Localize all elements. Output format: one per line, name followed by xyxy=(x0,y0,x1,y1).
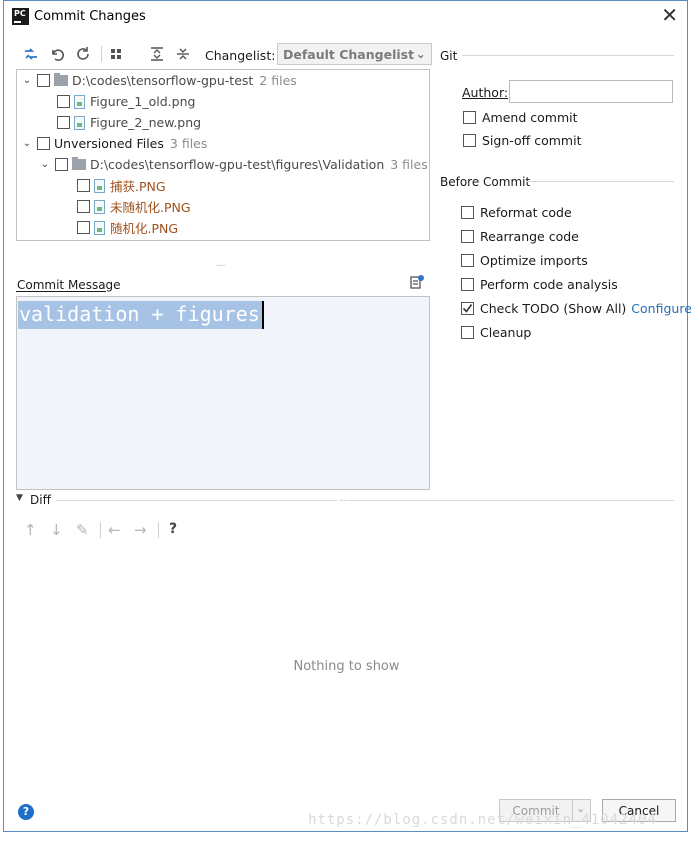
tree-row-unversioned[interactable]: ⌄ Unversioned Files 3 files xyxy=(21,133,208,154)
collapse-triangle-icon[interactable]: ▼ xyxy=(16,493,23,503)
image-file-icon xyxy=(94,199,105,214)
tree-row-folder[interactable]: ⌄ D:\codes\tensorflow-gpu-test\figures\V… xyxy=(39,154,428,175)
splitter-grip[interactable]: ..... xyxy=(216,259,226,269)
toolbar-separator xyxy=(101,46,102,62)
tree-row-label: 随机化.PNG xyxy=(110,221,179,236)
tree-row-label: D:\codes\tensorflow-gpu-test xyxy=(72,73,254,88)
reformat-code-checkbox[interactable]: Reformat code xyxy=(461,205,572,220)
title-bar[interactable]: PC Commit Changes ✕ xyxy=(4,1,687,33)
changelist-select[interactable]: Default Changelist ⌄ xyxy=(277,43,432,65)
author-label: Author: xyxy=(462,85,509,100)
chevron-down-icon[interactable]: ⌄ xyxy=(21,138,33,149)
file-count: 3 files xyxy=(390,157,428,172)
tree-row-file[interactable]: Figure_1_old.png xyxy=(57,91,195,112)
toolbar-separator xyxy=(100,522,101,538)
before-commit-divider xyxy=(526,181,674,182)
folder-icon xyxy=(54,73,68,86)
tree-checkbox[interactable] xyxy=(37,137,50,150)
group-by-icon[interactable] xyxy=(108,45,126,63)
diff-divider xyxy=(56,500,674,501)
previous-difference-icon[interactable]: ↑ xyxy=(24,521,37,539)
next-difference-icon[interactable]: ↓ xyxy=(50,521,63,539)
before-commit-section-title: Before Commit xyxy=(440,175,531,189)
tree-row-file[interactable]: Figure_2_new.png xyxy=(57,112,201,133)
tree-row-file[interactable]: 未随机化.PNG xyxy=(77,196,191,217)
collapse-all-icon[interactable] xyxy=(174,45,192,63)
rollback-icon[interactable] xyxy=(48,45,66,63)
commit-message-label: Commit Message xyxy=(17,278,121,292)
author-input[interactable] xyxy=(509,80,673,103)
rearrange-code-checkbox[interactable]: Rearrange code xyxy=(461,229,579,244)
splitter-grip[interactable]: ..... xyxy=(337,494,351,504)
tree-row-label: 捕获.PNG xyxy=(110,179,166,194)
previous-file-icon[interactable]: ← xyxy=(108,521,121,539)
diff-title: Diff xyxy=(30,493,51,507)
image-file-icon xyxy=(94,220,105,235)
image-file-icon xyxy=(74,115,85,130)
cleanup-checkbox[interactable]: Cleanup xyxy=(461,325,531,340)
watermark-text: https://blog.csdn.net/weixin_41042404 xyxy=(308,812,657,828)
changes-tree: ⌄ D:\codes\tensorflow-gpu-test 2 files F… xyxy=(16,69,430,241)
changelist-label: Changelist: xyxy=(205,48,276,63)
help-question-icon[interactable]: ? xyxy=(169,521,177,537)
commit-changes-dialog: PC Commit Changes ✕ Changelist: Default … xyxy=(3,0,691,832)
tree-checkbox[interactable] xyxy=(77,179,90,192)
amend-commit-checkbox[interactable]: Amend commit xyxy=(463,110,578,125)
toolbar-separator xyxy=(158,522,159,538)
folder-icon xyxy=(72,157,86,170)
commit-message-text: validation + figures xyxy=(18,301,264,329)
next-file-icon[interactable]: → xyxy=(134,521,147,539)
git-section-title: Git xyxy=(440,49,458,63)
tree-row-file[interactable]: 随机化.PNG xyxy=(77,217,178,238)
changelist-value: Default Changelist xyxy=(283,47,415,62)
tree-checkbox[interactable] xyxy=(57,95,70,108)
pycharm-app-icon: PC xyxy=(12,8,29,25)
git-section-divider xyxy=(462,55,674,56)
chevron-down-icon[interactable]: ⌄ xyxy=(21,75,33,86)
tree-row-label: Figure_2_new.png xyxy=(90,115,202,130)
help-icon[interactable]: ? xyxy=(18,804,34,820)
edit-source-icon[interactable]: ✎ xyxy=(76,521,89,539)
close-icon[interactable]: ✕ xyxy=(661,5,678,25)
check-todo-checkbox[interactable]: Check TODO (Show All) Configure xyxy=(461,301,691,316)
tree-row-label: Unversioned Files xyxy=(54,136,164,151)
refresh-icon[interactable] xyxy=(74,45,92,63)
image-file-icon xyxy=(74,94,85,109)
chevron-down-icon: ⌄ xyxy=(415,46,426,61)
signoff-commit-checkbox[interactable]: Sign-off commit xyxy=(463,133,582,148)
diff-section-header[interactable]: ▼ Diff ..... xyxy=(16,493,674,509)
commit-message-label-underline xyxy=(16,291,106,292)
tree-checkbox[interactable] xyxy=(55,158,68,171)
tree-checkbox[interactable] xyxy=(77,200,90,213)
diff-empty-text: Nothing to show xyxy=(293,659,400,674)
tree-row-folder[interactable]: ⌄ D:\codes\tensorflow-gpu-test 2 files xyxy=(21,70,297,91)
optimize-imports-checkbox[interactable]: Optimize imports xyxy=(461,253,588,268)
commit-message-input[interactable]: validation + figures xyxy=(16,296,430,490)
checkmark-icon[interactable] xyxy=(461,302,474,315)
image-file-icon xyxy=(94,178,105,193)
commit-history-icon[interactable] xyxy=(409,274,425,290)
tree-checkbox[interactable] xyxy=(37,74,50,87)
tree-checkbox[interactable] xyxy=(57,116,70,129)
expand-all-icon[interactable] xyxy=(148,45,166,63)
perform-code-analysis-checkbox[interactable]: Perform code analysis xyxy=(461,277,618,292)
tree-row-label: 未随机化.PNG xyxy=(110,200,191,215)
tree-row-label: D:\codes\tensorflow-gpu-test\figures\Val… xyxy=(90,157,385,172)
window-title: Commit Changes xyxy=(34,9,146,24)
chevron-down-icon[interactable]: ⌄ xyxy=(39,159,51,170)
file-count: 2 files xyxy=(259,73,297,88)
show-diff-icon[interactable] xyxy=(22,45,40,63)
configure-link[interactable]: Configure xyxy=(631,301,691,316)
file-count: 3 files xyxy=(169,136,208,151)
tree-checkbox[interactable] xyxy=(77,221,90,234)
tree-row-label: Figure_1_old.png xyxy=(90,94,196,109)
tree-row-file[interactable]: 捕获.PNG xyxy=(77,175,166,196)
